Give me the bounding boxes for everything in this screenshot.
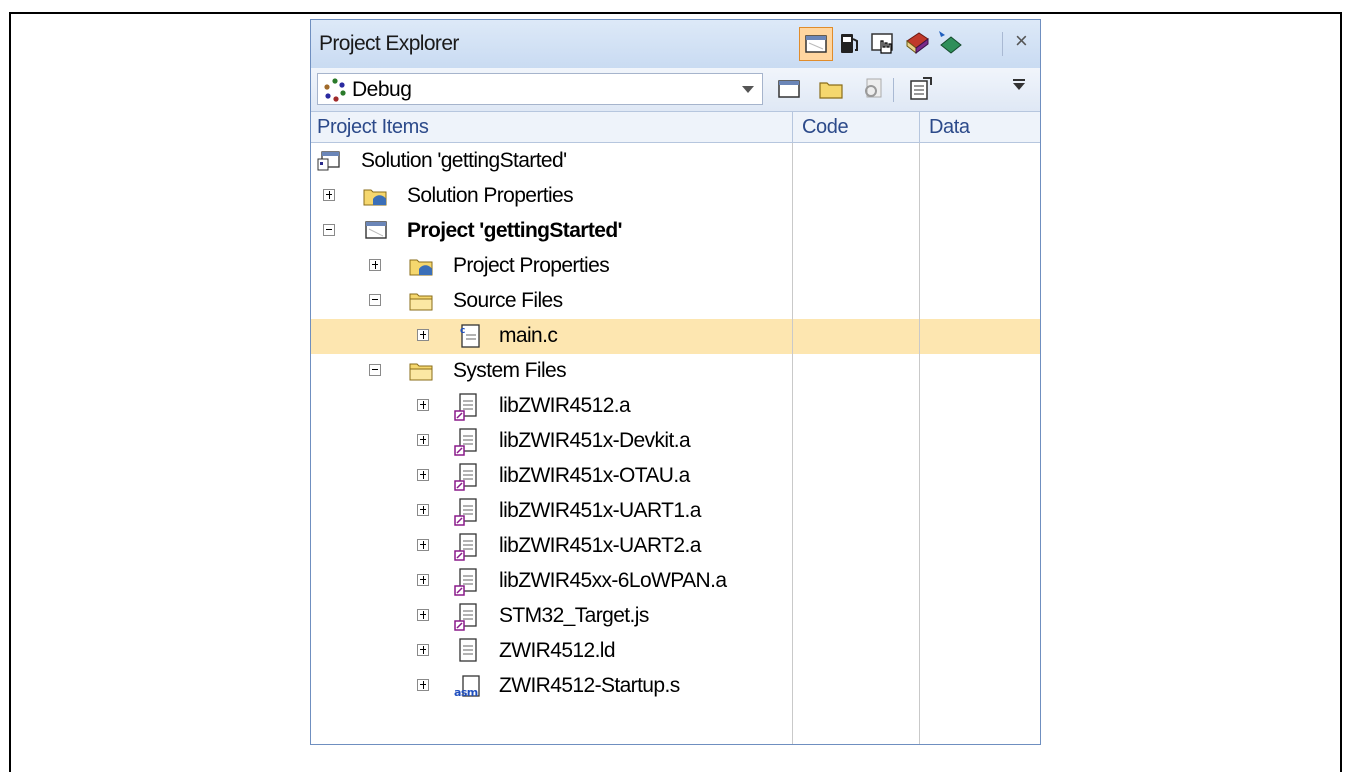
expand-icon[interactable]: [417, 609, 429, 621]
expand-icon[interactable]: [417, 504, 429, 516]
hand-cursor-icon[interactable]: [867, 27, 901, 61]
show-all-icon[interactable]: [773, 73, 807, 107]
tree-row-label: ZWIR4512.ld: [499, 639, 616, 662]
tree-row-label: System Files: [453, 359, 567, 382]
library-file-icon: [453, 532, 481, 561]
tree-row-label: libZWIR451x-UART1.a: [499, 499, 701, 522]
folder-icon: [407, 287, 435, 315]
tree-row-source-files[interactable]: Source Files: [311, 284, 1040, 319]
properties-folder-icon: [361, 182, 389, 210]
configuration-value: Debug: [352, 78, 412, 101]
properties-folder-icon: [407, 252, 435, 280]
solution-icon: [317, 147, 345, 175]
expand-icon[interactable]: [417, 434, 429, 446]
expand-icon[interactable]: [323, 189, 335, 201]
column-gridline: [792, 143, 793, 744]
panel-titlebar: Project Explorer ×: [311, 20, 1040, 68]
tree-row-label: Solution 'gettingStarted': [361, 149, 567, 172]
tree-row-label: Project 'gettingStarted': [407, 219, 623, 242]
configuration-select[interactable]: Debug: [317, 73, 763, 105]
expand-icon[interactable]: [417, 399, 429, 411]
overflow-bar: [1013, 79, 1025, 81]
expand-icon[interactable]: [417, 539, 429, 551]
expand-icon[interactable]: [369, 259, 381, 271]
library-file-icon: [453, 462, 481, 491]
collapse-icon[interactable]: [369, 294, 381, 306]
library-file-icon: [453, 497, 481, 526]
column-header-items[interactable]: Project Items: [317, 116, 429, 139]
tree-row-lib-file[interactable]: libZWIR451x-Devkit.a: [311, 424, 1040, 459]
project-explorer-panel: Project Explorer × Debug Project Items C…: [310, 19, 1041, 745]
expand-icon[interactable]: [417, 679, 429, 691]
column-divider[interactable]: [919, 112, 920, 143]
chevron-down-icon[interactable]: [742, 86, 754, 93]
refresh-icon[interactable]: [857, 73, 891, 107]
collapse-icon[interactable]: [323, 224, 335, 236]
close-icon[interactable]: ×: [1015, 28, 1028, 54]
asm-file-icon: asm: [453, 672, 481, 700]
properties-icon[interactable]: [905, 73, 939, 107]
tree-row-main-c[interactable]: c main.c: [311, 319, 1040, 354]
tree-row-label: Source Files: [453, 289, 563, 312]
column-header-row: Project Items Code Data: [311, 111, 1040, 143]
tree-row-label: main.c: [499, 324, 558, 347]
tree-row-project-properties[interactable]: Project Properties: [311, 249, 1040, 284]
library-file-icon: [453, 427, 481, 456]
folder-icon: [407, 357, 435, 385]
tree-row-system-files[interactable]: System Files: [311, 354, 1040, 389]
tree-row-lib-file[interactable]: libZWIR4512.a: [311, 389, 1040, 424]
panel-title: Project Explorer: [319, 32, 459, 55]
open-folder-icon[interactable]: [815, 73, 849, 107]
title-separator: [1002, 32, 1003, 56]
library-file-icon: [453, 392, 481, 421]
tree-row-label: libZWIR45xx-6LoWPAN.a: [499, 569, 727, 592]
chip-icon[interactable]: [935, 27, 969, 61]
svg-text:c: c: [460, 326, 465, 336]
text-file-icon: [453, 637, 481, 665]
tree-row-label: libZWIR451x-OTAU.a: [499, 464, 690, 487]
tree-row-lib-file[interactable]: libZWIR451x-UART1.a: [311, 494, 1040, 529]
configuration-icon: [322, 77, 348, 109]
tree-row-linker-file[interactable]: ZWIR4512.ld: [311, 634, 1040, 669]
tree-row-lib-file[interactable]: libZWIR451x-OTAU.a: [311, 459, 1040, 494]
fuel-pump-icon[interactable]: [833, 27, 867, 61]
tree-row-label: Project Properties: [453, 254, 610, 277]
expand-icon[interactable]: [417, 574, 429, 586]
column-divider[interactable]: [792, 112, 793, 143]
tree-row-project[interactable]: Project 'gettingStarted': [311, 214, 1040, 249]
book-icon[interactable]: [901, 27, 935, 61]
tree-row-lib-file[interactable]: libZWIR451x-UART2.a: [311, 529, 1040, 564]
tree-row-solution[interactable]: Solution 'gettingStarted': [311, 144, 1040, 179]
library-file-icon: [453, 567, 481, 596]
tree-row-asm-file[interactable]: asm ZWIR4512-Startup.s: [311, 669, 1040, 704]
column-header-code[interactable]: Code: [802, 116, 849, 139]
tree-row-label: Solution Properties: [407, 184, 574, 207]
collapse-icon[interactable]: [369, 364, 381, 376]
column-gridline: [919, 143, 920, 744]
tree-row-label: ZWIR4512-Startup.s: [499, 674, 680, 697]
tree-row-lib-file[interactable]: STM32_Target.js: [311, 599, 1040, 634]
expand-icon[interactable]: [417, 644, 429, 656]
tree-row-solution-properties[interactable]: Solution Properties: [311, 179, 1040, 214]
c-file-icon: c: [457, 322, 485, 350]
expand-icon[interactable]: [417, 329, 429, 341]
library-file-icon: [453, 602, 481, 631]
toolbar-separator: [893, 78, 894, 102]
explorer-toolbar: Debug: [311, 68, 1040, 111]
overflow-chevron-icon[interactable]: [1013, 83, 1025, 90]
tree-row-label: libZWIR4512.a: [499, 394, 631, 417]
expand-icon[interactable]: [417, 469, 429, 481]
tree-row-label: libZWIR451x-Devkit.a: [499, 429, 691, 452]
window-icon[interactable]: [799, 27, 833, 61]
svg-text:asm: asm: [454, 686, 478, 699]
tree-row-lib-file[interactable]: libZWIR45xx-6LoWPAN.a: [311, 564, 1040, 599]
tree-row-label: libZWIR451x-UART2.a: [499, 534, 701, 557]
tree-row-label: STM32_Target.js: [499, 604, 649, 627]
project-icon: [363, 217, 391, 245]
column-header-data[interactable]: Data: [929, 116, 970, 139]
